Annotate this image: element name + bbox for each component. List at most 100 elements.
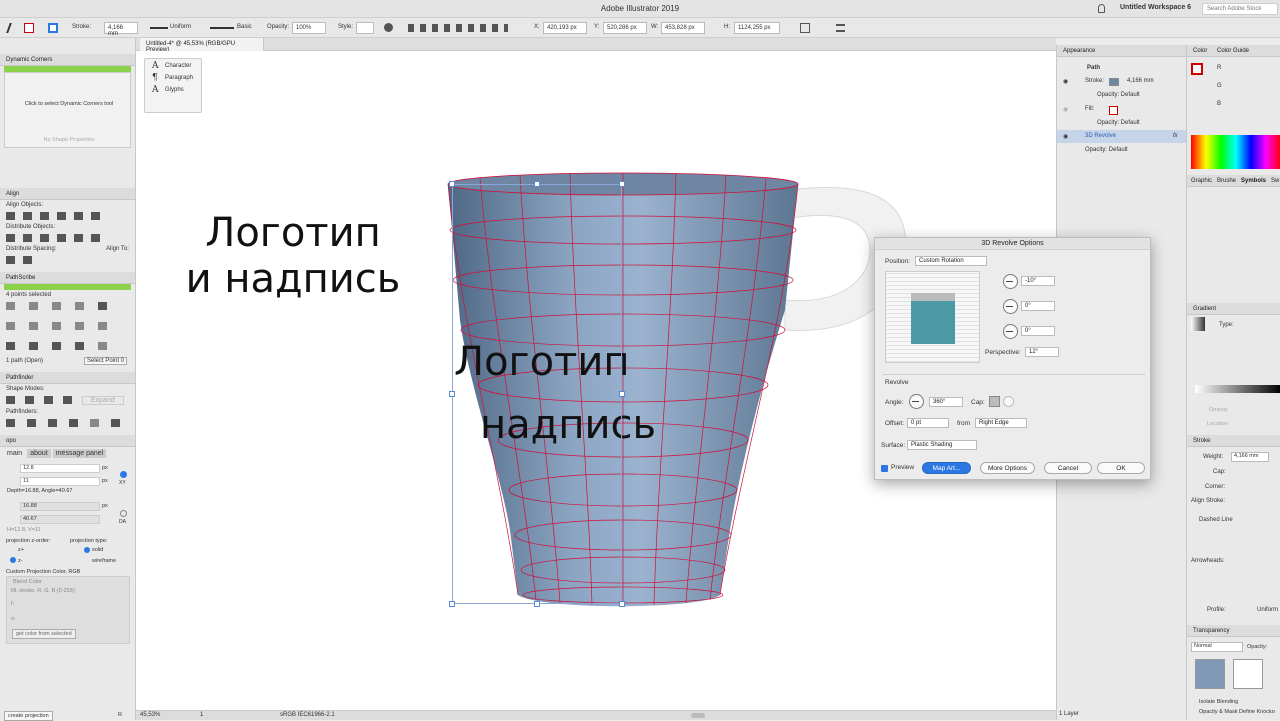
from-dropdown[interactable]: Right Edge: [975, 418, 1027, 428]
gradient-slider[interactable]: [1195, 385, 1280, 393]
eye-icon[interactable]: ◉: [1063, 78, 1068, 85]
distribute-spacing-buttons[interactable]: [0, 254, 135, 266]
pathscribe-tools-row3[interactable]: [0, 340, 135, 352]
cube-front-face[interactable]: [911, 301, 955, 344]
dashed-line-checkbox[interactable]: Dashed Line: [1199, 517, 1233, 523]
opo-header[interactable]: opo: [0, 435, 135, 447]
tab-sw[interactable]: Sw: [1271, 178, 1279, 184]
z-minus-option[interactable]: z-: [18, 558, 23, 564]
x-rotation-input[interactable]: -10°: [1021, 276, 1055, 286]
fill-eye-icon[interactable]: ◉: [1063, 106, 1068, 113]
solid-option[interactable]: solid: [92, 547, 103, 553]
document-tab[interactable]: Untitled-4* @ 45,53% (RGB/GPU Preview): [140, 38, 264, 53]
style-dropdown[interactable]: [356, 22, 374, 34]
effect-eye-icon[interactable]: ◉: [1063, 133, 1068, 140]
stroke-panel-header[interactable]: Stroke: [1187, 435, 1280, 447]
opacity-mask-checkbox[interactable]: Opacity & Mask Define Knocko: [1199, 709, 1275, 715]
tab-color[interactable]: Color: [1193, 48, 1207, 54]
h-input[interactable]: 1124,255 px: [734, 22, 780, 34]
ok-button[interactable]: OK: [1097, 462, 1145, 474]
x-input[interactable]: 420,193 px: [543, 22, 587, 34]
appearance-opacity-row-2[interactable]: Opacity: Default: [1057, 117, 1187, 130]
solid-radio[interactable]: [84, 547, 90, 553]
cap-on-button[interactable]: [989, 396, 1000, 407]
custom-projection-checkbox[interactable]: Custom Projection Color, RGB: [6, 569, 80, 575]
align-objects-buttons[interactable]: [0, 210, 135, 222]
cancel-button[interactable]: Cancel: [1044, 462, 1092, 474]
selection-handle-tl[interactable]: [449, 181, 455, 187]
horizontal-scrollbar[interactable]: [691, 713, 705, 718]
w-input[interactable]: 453,828 px: [661, 22, 705, 34]
surface-dropdown[interactable]: Plastic Shading: [907, 440, 977, 450]
appearance-fill-row[interactable]: ◉ Fill:: [1057, 103, 1187, 116]
blend-mode-dropdown[interactable]: Normal: [1191, 642, 1243, 652]
get-color-button[interactable]: get color from selected: [12, 629, 76, 639]
y-rotation-dial[interactable]: [1003, 299, 1018, 314]
pathscribe-tools-row1[interactable]: [0, 300, 135, 312]
opacity-link-3[interactable]: Opacity: Default: [1085, 147, 1128, 153]
opo-value-1[interactable]: 12.8: [20, 464, 100, 473]
revolve-angle-input[interactable]: 360°: [929, 397, 963, 407]
dynamic-corners-header[interactable]: Dynamic Corners: [0, 54, 135, 66]
logo-text[interactable]: Логотип и надпись: [180, 210, 406, 302]
brush-dropdown[interactable]: Basic: [237, 24, 252, 30]
opo-value-3[interactable]: 16.88: [20, 502, 100, 511]
effect-3d-revolve[interactable]: 3D Revolve: [1085, 133, 1116, 139]
recolor-icon[interactable]: [384, 23, 393, 32]
path-tool-icon[interactable]: [6, 23, 20, 33]
fx-icon[interactable]: fx: [1173, 133, 1178, 139]
align-buttons[interactable]: [408, 24, 508, 32]
uniform-dropdown[interactable]: Uniform: [170, 24, 191, 30]
stock-search-input[interactable]: Search Adobe Stock: [1202, 3, 1278, 15]
opacity-input[interactable]: 100%: [292, 22, 326, 34]
tab-symbols[interactable]: Symbols: [1241, 178, 1266, 184]
selection-handle-tr[interactable]: [619, 181, 625, 187]
selection-handle-tm[interactable]: [534, 181, 540, 187]
fill-stroke-indicator-icon[interactable]: [1191, 63, 1203, 75]
selection-handle-bm[interactable]: [534, 601, 540, 607]
opo-value-4[interactable]: 40.67: [20, 515, 100, 524]
align-panel-header[interactable]: Align: [0, 188, 135, 200]
dynamic-corners-area[interactable]: Click to select Dynamic Corners tool No …: [4, 72, 131, 148]
revolve-angle-dial[interactable]: [909, 394, 924, 409]
zoom-level[interactable]: 45,53%: [140, 712, 160, 718]
z-plus-option[interactable]: z+: [18, 547, 24, 553]
workspace-switcher[interactable]: Untitled Workspace 6: [1120, 4, 1191, 11]
tab-graphic[interactable]: Graphic: [1191, 178, 1212, 184]
shape-mode-buttons[interactable]: Expand: [0, 394, 135, 407]
tab-main[interactable]: main: [4, 449, 25, 458]
selection-handle-ml[interactable]: [449, 391, 455, 397]
profile-uniform[interactable]: Uniform: [1257, 607, 1278, 613]
fill-swatch-icon[interactable]: [48, 23, 58, 33]
mask-none-icon[interactable]: [1233, 659, 1263, 689]
cap-off-button[interactable]: [1003, 396, 1014, 407]
pathfinder-header[interactable]: Pathfinder: [0, 372, 135, 384]
gradient-header[interactable]: Gradient: [1187, 303, 1280, 315]
pathscribe-tools-row2[interactable]: [0, 320, 135, 332]
map-art-button[interactable]: Map Art...: [922, 462, 971, 474]
xy-radio[interactable]: [120, 471, 127, 478]
appearance-header[interactable]: Appearance: [1057, 45, 1186, 57]
paragraph-item[interactable]: ¶ Paragraph: [145, 71, 201, 83]
tab-message-panel[interactable]: message panel: [52, 449, 107, 458]
x-rotation-dial[interactable]: [1003, 274, 1018, 289]
rotation-cube-preview[interactable]: [885, 271, 980, 363]
expand-button[interactable]: Expand: [82, 396, 124, 405]
glyphs-item[interactable]: A Glyphs: [145, 83, 201, 95]
tab-brushes[interactable]: Brushe: [1217, 178, 1236, 184]
selection-handle-mr[interactable]: [619, 391, 625, 397]
lightbulb-icon[interactable]: [1098, 4, 1105, 13]
select-point-button[interactable]: Select Point 0: [84, 357, 128, 365]
tab-about[interactable]: about: [27, 449, 51, 458]
z-minus-radio[interactable]: [10, 557, 16, 563]
appearance-stroke-row[interactable]: ◉ Stroke: 4,166 mm: [1057, 75, 1187, 88]
opacity-link-2[interactable]: Opacity: Default: [1097, 120, 1140, 126]
opo-value-2[interactable]: 11: [20, 477, 100, 486]
artboard-number[interactable]: 1: [200, 712, 203, 718]
selection-handle-bl[interactable]: [449, 601, 455, 607]
blend-color-checkbox[interactable]: Blend Color: [13, 579, 42, 585]
fill-none-swatch[interactable]: [1109, 106, 1118, 115]
appearance-effect-row[interactable]: ◉ 3D Revolve fx: [1057, 130, 1187, 143]
menu-icon[interactable]: [836, 24, 845, 32]
weight-input[interactable]: 4,166 mm: [1231, 452, 1269, 462]
